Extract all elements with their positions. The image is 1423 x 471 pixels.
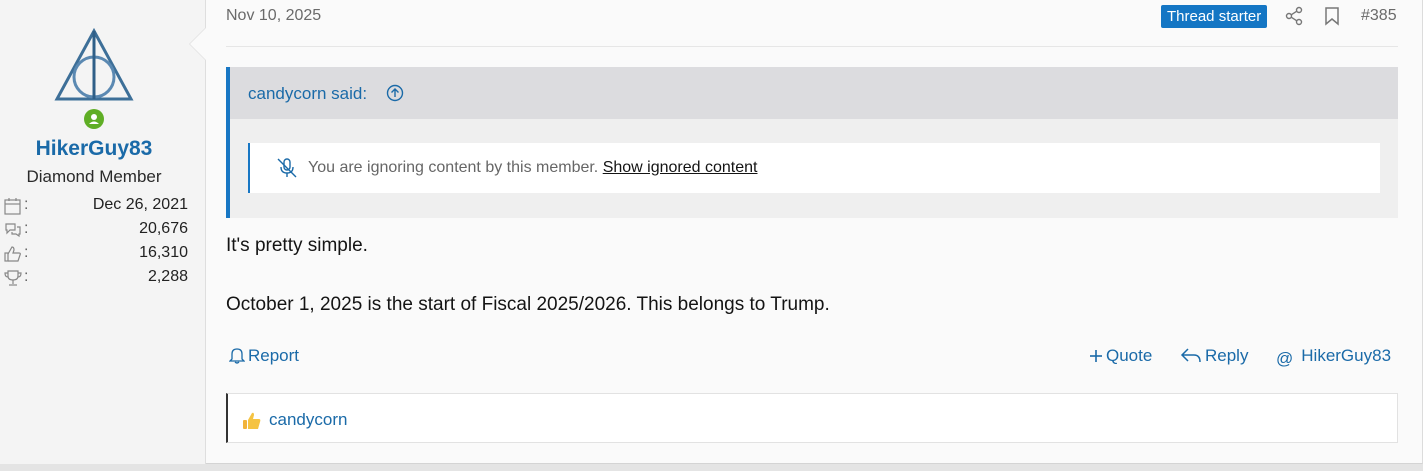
messages-icon	[5, 223, 21, 238]
sidebar-arrow	[190, 28, 206, 60]
mute-icon	[277, 158, 297, 178]
show-ignored-content-link[interactable]: Show ignored content	[603, 159, 758, 176]
thumbs-up-icon	[4, 246, 21, 262]
stat-value: 2,288	[147, 268, 188, 285]
ignored-content-notice: You are ignoring content by this member.…	[248, 143, 1380, 193]
trophy-icon	[4, 270, 22, 286]
thread-starter-badge: Thread starter	[1161, 5, 1268, 28]
bell-icon	[229, 348, 245, 364]
stat-colon: :	[24, 268, 29, 285]
stat-value: 16,310	[139, 244, 188, 261]
arrow-up-circle-icon[interactable]	[386, 84, 404, 102]
stat-messages: : 20,676	[4, 220, 188, 242]
quote-author[interactable]: candycorn said:	[248, 84, 367, 104]
stat-colon: :	[24, 244, 29, 261]
post-date[interactable]: Nov 10, 2025	[226, 7, 321, 25]
stat-trophies: : 2,288	[4, 268, 188, 290]
report-button[interactable]: Report	[229, 346, 299, 368]
report-label: Report	[248, 346, 300, 365]
mention-button[interactable]: @ HikerGuy83	[1276, 346, 1391, 368]
post-body-line: It's pretty simple.	[226, 235, 368, 256]
reply-icon	[1180, 348, 1201, 363]
share-icon[interactable]	[1284, 6, 1304, 26]
calendar-icon	[4, 198, 21, 215]
reply-label: Reply	[1205, 346, 1249, 365]
quote-header: candycorn said:	[230, 67, 1398, 119]
thumbs-up-emoji-icon	[243, 412, 261, 429]
online-status-icon	[84, 109, 104, 129]
at-icon: @	[1276, 349, 1294, 368]
ignored-text: You are ignoring content by this member.	[308, 159, 599, 176]
stat-reactions: : 16,310	[4, 244, 188, 266]
post-body-line: October 1, 2025 is the start of Fiscal 2…	[226, 294, 830, 315]
user-sidebar: HikerGuy83 Diamond Member : Dec 26, 2021…	[0, 0, 206, 464]
reply-button[interactable]: Reply	[1180, 346, 1248, 368]
stat-value: 20,676	[139, 220, 188, 237]
quote-button[interactable]: Quote	[1089, 346, 1152, 368]
reactions-bar: candycorn	[226, 393, 1398, 443]
mention-label: HikerGuy83	[1301, 346, 1392, 365]
quote-block: candycorn said: You are ignoring content…	[226, 67, 1398, 218]
quote-label: Quote	[1106, 346, 1153, 365]
bookmark-icon[interactable]	[1323, 6, 1341, 26]
reaction-user[interactable]: candycorn	[269, 410, 347, 430]
deathly-hallows-icon[interactable]	[53, 27, 135, 103]
stat-colon: :	[24, 220, 29, 237]
stat-value: Dec 26, 2021	[92, 196, 188, 213]
header-divider	[226, 46, 1398, 47]
post-container: HikerGuy83 Diamond Member : Dec 26, 2021…	[0, 0, 1423, 464]
post-number[interactable]: #385	[1361, 7, 1397, 25]
username[interactable]: HikerGuy83	[0, 137, 188, 161]
user-title: Diamond Member	[26, 167, 162, 186]
stat-colon: :	[24, 196, 29, 213]
plus-icon	[1090, 350, 1102, 362]
ignored-message: You are ignoring content by this member.…	[308, 159, 757, 177]
stat-joined: : Dec 26, 2021	[4, 196, 188, 218]
